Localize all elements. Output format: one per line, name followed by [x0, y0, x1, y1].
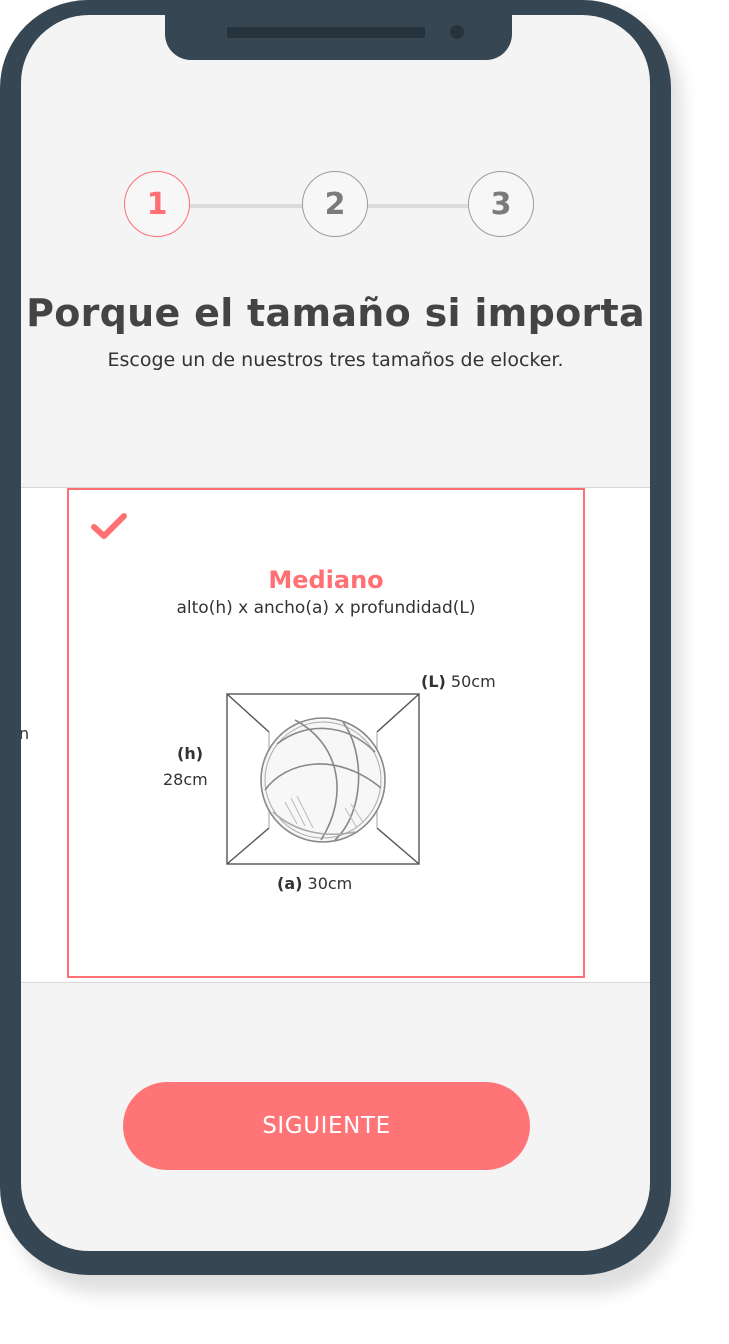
size-card-mediano[interactable]: Mediano alto(h) x ancho(a) x profundidad… [67, 488, 585, 978]
depth-dimension: (L) 50cm [421, 672, 496, 691]
step-1[interactable]: 1 [124, 171, 190, 237]
page-subtitle: Escoge un de nuestros tres tamaños de el… [107, 349, 564, 371]
basketball-icon [260, 717, 386, 843]
app-screen: 1 2 3 Porque el tamaño si importa Escoge… [21, 15, 650, 1251]
next-button[interactable]: SIGUIENTE [123, 1082, 530, 1170]
depth-label: (L) [421, 672, 446, 691]
step-2[interactable]: 2 [302, 171, 368, 237]
previous-card-peek[interactable]: n [21, 724, 29, 743]
size-formula: alto(h) x ancho(a) x profundidad(L) [176, 598, 476, 618]
step-3[interactable]: 3 [468, 171, 534, 237]
depth-value: 50cm [450, 672, 496, 691]
size-carousel[interactable]: n Mediano alto(h) x ancho(a) x profundid… [21, 487, 650, 983]
phone-notch [165, 15, 512, 60]
height-value: 28cm [163, 770, 208, 789]
page-title: Porque el tamaño si importa [26, 291, 645, 335]
width-dimension: (a) 30cm [277, 874, 352, 893]
size-name: Mediano [268, 566, 384, 594]
check-icon [91, 513, 127, 539]
box-diagram [226, 693, 420, 865]
step-connector-1-2 [190, 204, 302, 208]
step-indicator: 1 2 3 [124, 171, 534, 241]
width-value: 30cm [307, 874, 353, 893]
height-label: (h) [177, 744, 204, 763]
front-camera [450, 25, 464, 39]
speaker-grille [227, 27, 425, 38]
width-label: (a) [277, 874, 303, 893]
step-connector-2-3 [368, 204, 468, 208]
phone-frame: 1 2 3 Porque el tamaño si importa Escoge… [0, 0, 671, 1275]
